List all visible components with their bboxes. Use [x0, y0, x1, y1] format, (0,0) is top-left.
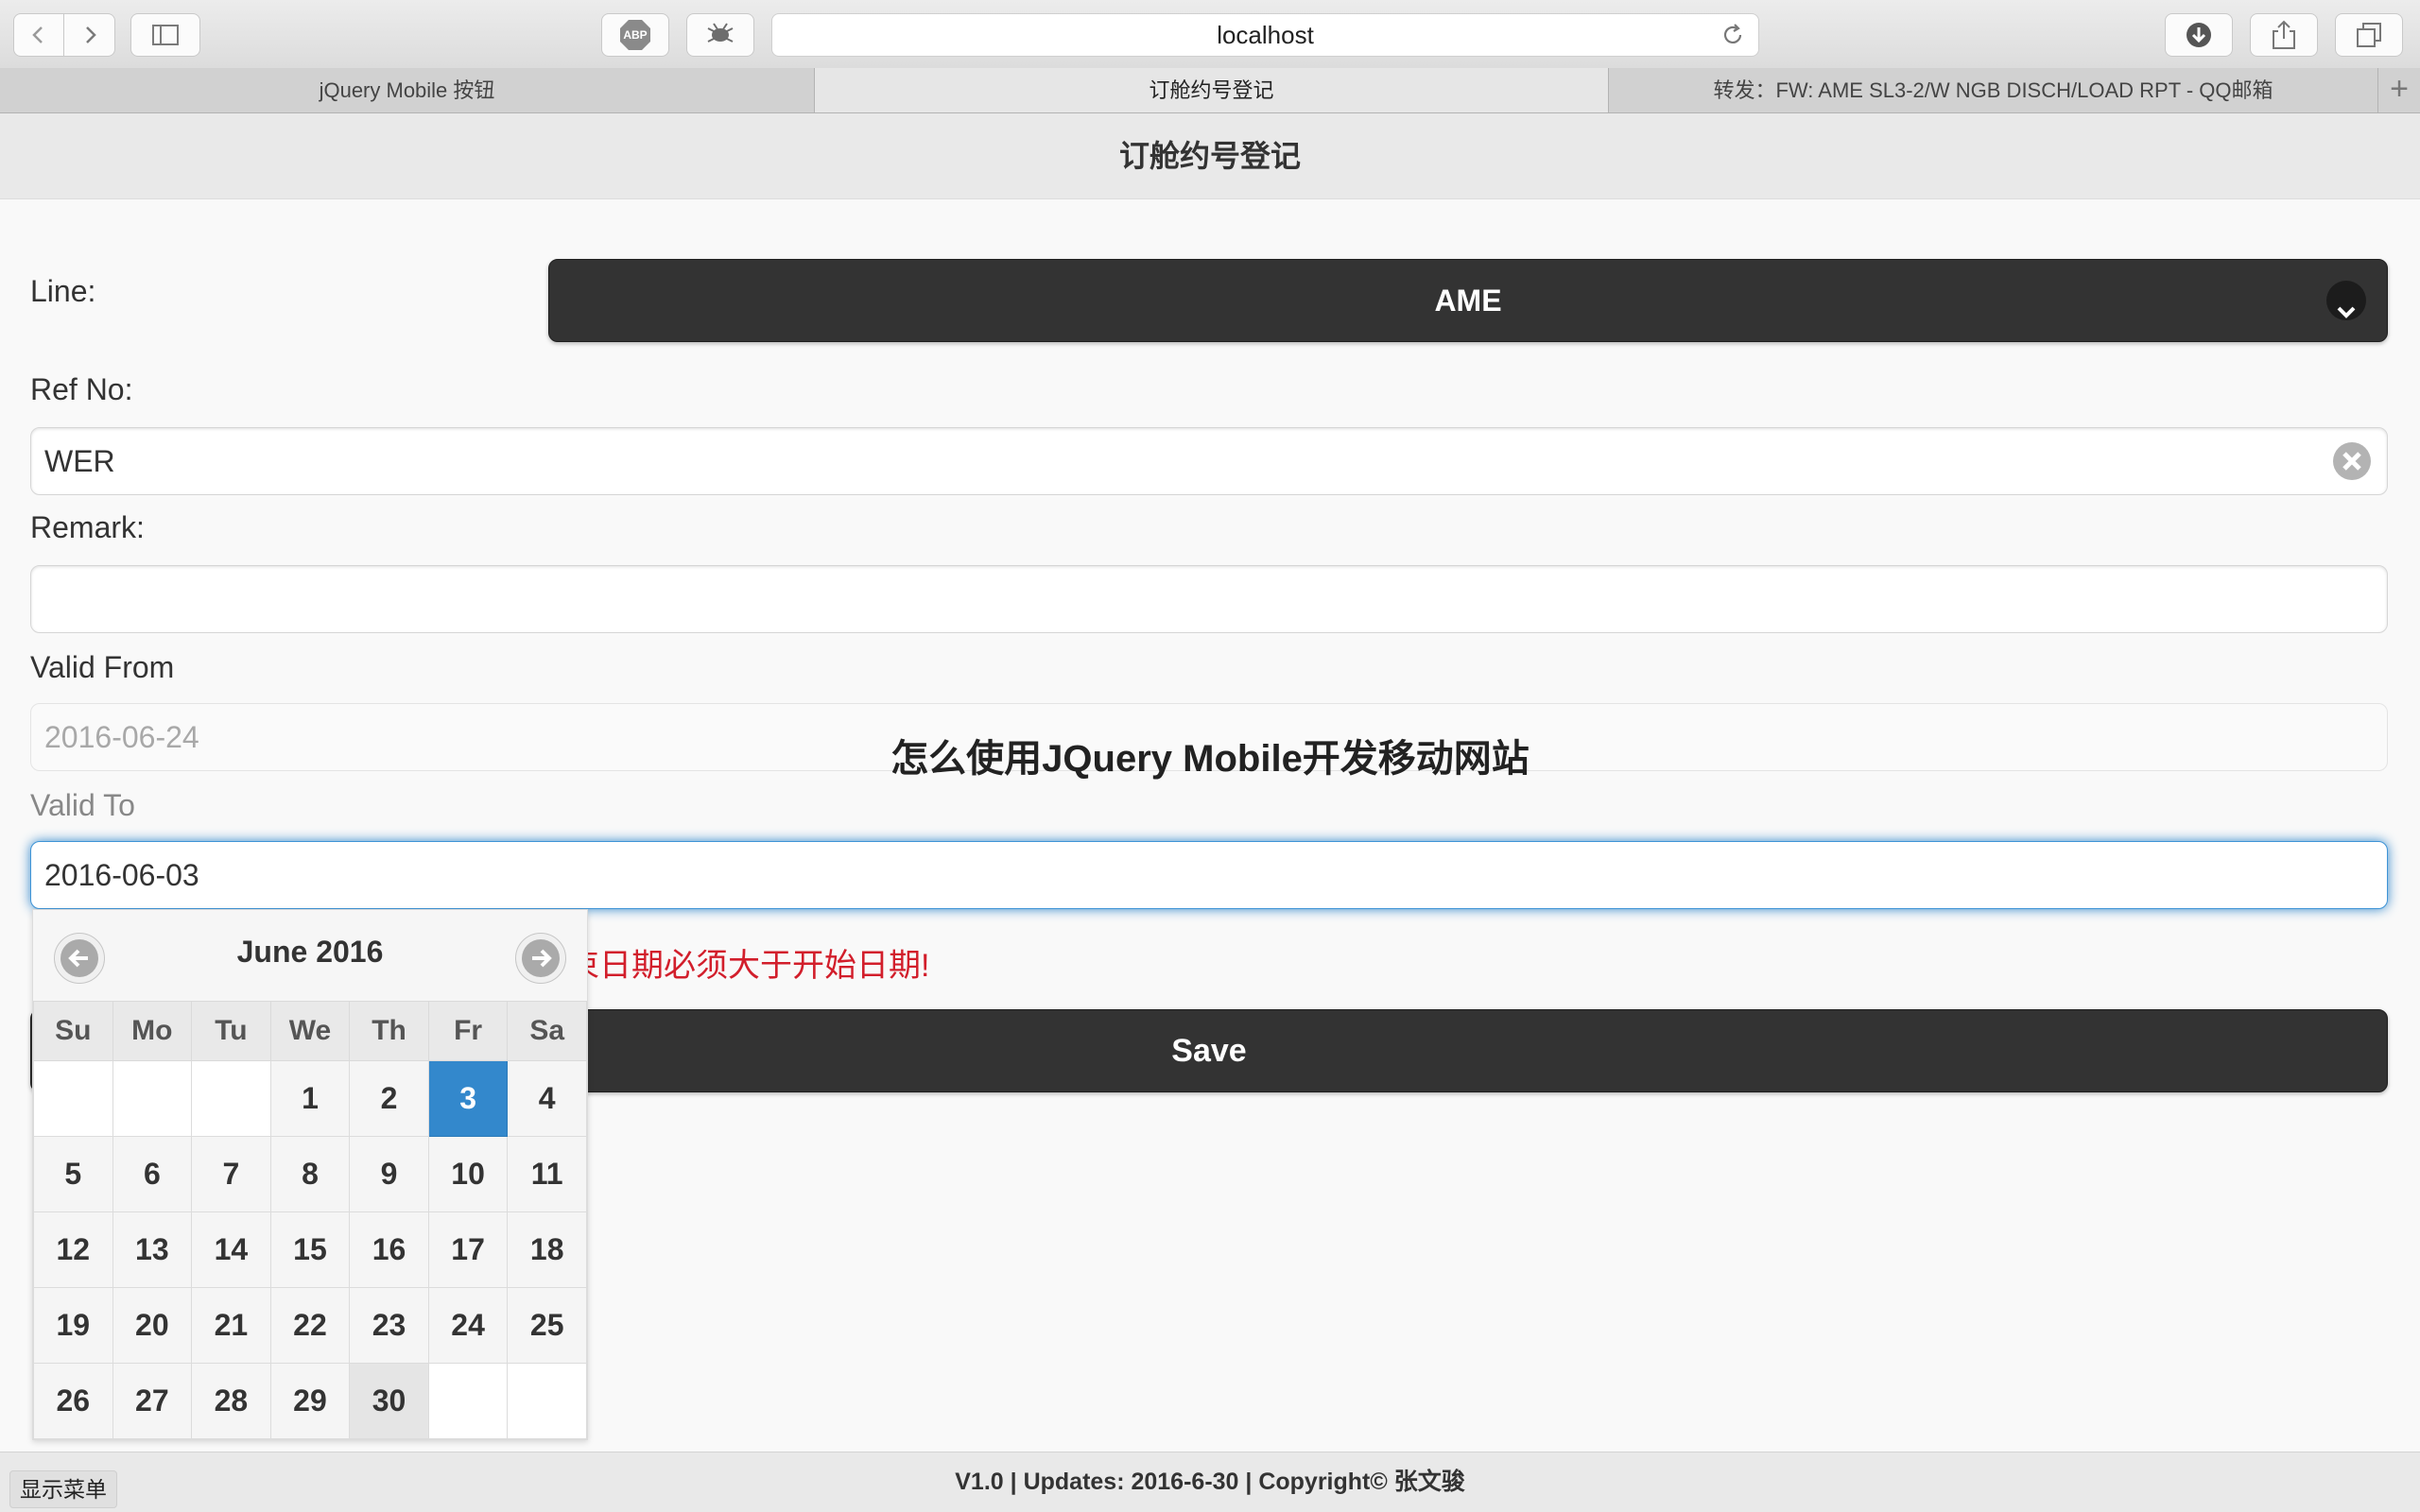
- day-cell[interactable]: 9: [349, 1136, 429, 1212]
- day-cell[interactable]: 13: [112, 1211, 193, 1288]
- weekday-header: Th: [349, 1001, 429, 1061]
- day-cell[interactable]: 25: [507, 1287, 587, 1364]
- day-cell[interactable]: 12: [33, 1211, 113, 1288]
- adblock-button[interactable]: ABP: [601, 13, 669, 57]
- arrow-right-icon: [522, 939, 560, 977]
- date-error-message: 束日期必须大于开始日期!: [567, 948, 930, 984]
- tabs-overview-button[interactable]: [2335, 13, 2403, 57]
- weekday-header: Su: [33, 1001, 113, 1061]
- tab-booking-registration[interactable]: 订舱约号登记: [815, 68, 1609, 112]
- page-title: 订舱约号登记: [0, 113, 2420, 199]
- share-icon: [2273, 20, 2295, 49]
- forward-button[interactable]: [64, 13, 115, 57]
- line-label: Line:: [30, 274, 96, 308]
- weekday-header: Mo: [112, 1001, 193, 1061]
- footer: V1.0 | Updates: 2016-6-30 | Copyright© 张…: [0, 1452, 2420, 1512]
- chevron-down-icon: [2326, 281, 2366, 320]
- browser-toolbar: ABP localhost: [0, 0, 2420, 69]
- remark-input[interactable]: [30, 565, 2388, 633]
- valid-to-value: 2016-06-03: [44, 858, 199, 892]
- show-menu-button[interactable]: 显示菜单: [9, 1470, 117, 1508]
- day-cell[interactable]: 17: [427, 1211, 509, 1288]
- day-cell[interactable]: 11: [507, 1136, 587, 1212]
- download-icon: [2187, 23, 2211, 47]
- adblock-label: ABP: [623, 28, 648, 42]
- day-cell[interactable]: 1: [269, 1060, 351, 1137]
- new-tab-button[interactable]: +: [2378, 68, 2420, 112]
- footer-text: V1.0 | Updates: 2016-6-30 | Copyright© 张…: [955, 1469, 1465, 1495]
- valid-from-label: Valid From: [30, 650, 175, 684]
- day-cell[interactable]: 23: [349, 1287, 429, 1364]
- day-cell[interactable]: 22: [269, 1287, 351, 1364]
- reload-icon[interactable]: [1720, 23, 1745, 47]
- day-cell: [191, 1060, 271, 1137]
- day-cell[interactable]: 26: [33, 1363, 113, 1439]
- valid-to-label: Valid To: [30, 788, 135, 822]
- weekday-header: Fr: [427, 1001, 509, 1061]
- ref-no-value: WER: [44, 444, 115, 478]
- day-cell: [427, 1363, 509, 1439]
- day-cell: [112, 1060, 193, 1137]
- day-cell[interactable]: 24: [427, 1287, 509, 1364]
- url-text: localhost: [1217, 21, 1314, 49]
- next-month-button[interactable]: [515, 933, 566, 984]
- weekday-header: We: [269, 1001, 351, 1061]
- day-cell[interactable]: 30: [349, 1363, 429, 1439]
- tab-jquery-mobile-buttons[interactable]: jQuery Mobile 按钮: [0, 68, 815, 112]
- sidebar-button[interactable]: [130, 13, 200, 57]
- day-cell[interactable]: 15: [269, 1211, 351, 1288]
- back-button[interactable]: [13, 13, 64, 57]
- day-cell[interactable]: 27: [112, 1363, 193, 1439]
- day-cell[interactable]: 29: [269, 1363, 351, 1439]
- bug-icon: [707, 23, 734, 43]
- day-cell[interactable]: 21: [191, 1287, 271, 1364]
- chevron-left-icon: [32, 26, 43, 43]
- day-cell[interactable]: 3: [427, 1060, 509, 1137]
- sidebar-icon: [152, 25, 179, 45]
- day-cell[interactable]: 28: [191, 1363, 271, 1439]
- day-cell[interactable]: 10: [427, 1136, 509, 1212]
- clear-icon[interactable]: [2332, 441, 2372, 481]
- valid-to-input[interactable]: 2016-06-03: [30, 841, 2388, 909]
- day-cell[interactable]: 19: [33, 1287, 113, 1364]
- tabs-icon: [2357, 23, 2381, 47]
- day-cell[interactable]: 7: [191, 1136, 271, 1212]
- day-cell: [507, 1363, 587, 1439]
- day-cell[interactable]: 6: [112, 1136, 193, 1212]
- tab-qq-mail[interactable]: 转发：FW: AME SL3-2/W NGB DISCH/LOAD RPT - …: [1609, 68, 2378, 112]
- day-cell[interactable]: 20: [112, 1287, 193, 1364]
- day-cell: [33, 1060, 113, 1137]
- day-cell[interactable]: 4: [507, 1060, 587, 1137]
- line-select[interactable]: AME: [548, 259, 2388, 342]
- weekday-header: Sa: [507, 1001, 587, 1061]
- datepicker: June 2016 Su Mo Tu We Th Fr Sa 1 2 3 4 5…: [32, 909, 588, 1440]
- datepicker-month-title: June 2016: [236, 935, 384, 969]
- day-cell[interactable]: 8: [269, 1136, 351, 1212]
- day-cell[interactable]: 14: [191, 1211, 271, 1288]
- day-cell[interactable]: 16: [349, 1211, 429, 1288]
- remark-label: Remark:: [30, 510, 145, 544]
- downloads-button[interactable]: [2165, 13, 2233, 57]
- address-bar[interactable]: localhost: [771, 13, 1759, 57]
- tab-bar: jQuery Mobile 按钮 订舱约号登记 转发：FW: AME SL3-2…: [0, 68, 2420, 113]
- valid-from-input[interactable]: 2016-06-24: [30, 703, 2388, 771]
- line-select-value: AME: [1434, 284, 1502, 318]
- extension-button[interactable]: [686, 13, 754, 57]
- datepicker-grid: Su Mo Tu We Th Fr Sa 1 2 3 4 5 6 7 8 9 1…: [33, 1001, 587, 1439]
- datepicker-header: June 2016: [33, 910, 587, 1001]
- valid-from-value: 2016-06-24: [44, 720, 199, 754]
- day-cell[interactable]: 2: [349, 1060, 429, 1137]
- ref-no-input[interactable]: WER: [30, 427, 2388, 495]
- share-button[interactable]: [2250, 13, 2318, 57]
- ref-no-label: Ref No:: [30, 372, 133, 406]
- day-cell[interactable]: 5: [33, 1136, 113, 1212]
- chevron-right-icon: [85, 26, 96, 43]
- weekday-header: Tu: [191, 1001, 271, 1061]
- day-cell[interactable]: 18: [507, 1211, 587, 1288]
